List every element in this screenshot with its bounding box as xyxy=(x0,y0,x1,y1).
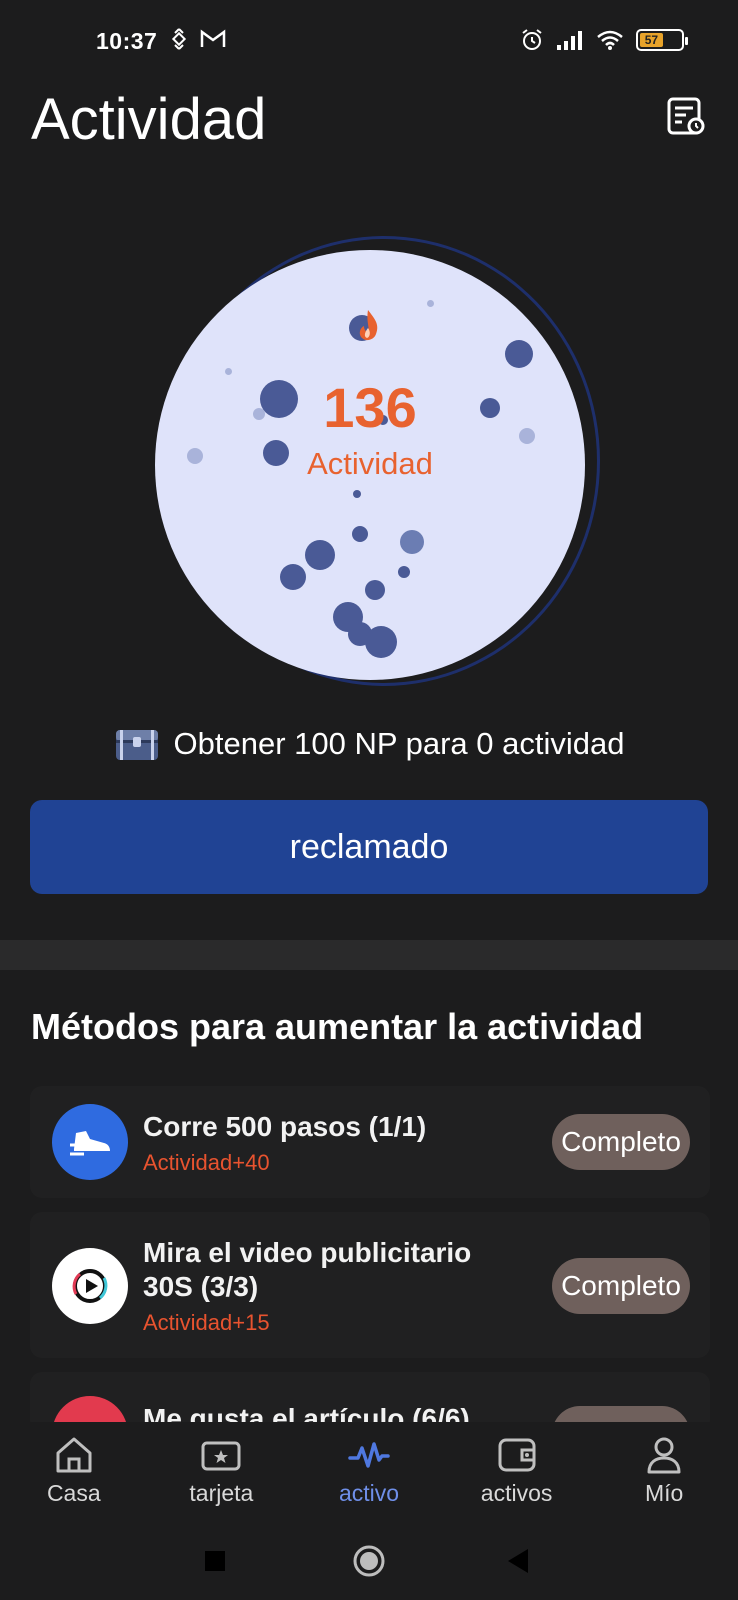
user-icon xyxy=(647,1437,681,1474)
wifi-icon xyxy=(597,30,623,50)
nav-item-activo[interactable]: activo xyxy=(295,1422,443,1522)
bubble xyxy=(505,340,533,368)
nav-item-activos[interactable]: activos xyxy=(443,1422,591,1522)
methods-title: Métodos para aumentar la actividad xyxy=(31,1006,644,1047)
task-complete-button[interactable]: Completo xyxy=(552,1258,690,1314)
alarm-icon xyxy=(522,29,542,50)
flame-icon xyxy=(349,310,378,341)
bubble xyxy=(225,368,232,375)
page-title: Actividad xyxy=(31,87,267,152)
bubble xyxy=(365,626,397,658)
bottom-nav: Casa tarjeta activo activos Mío xyxy=(0,1422,738,1522)
home-system-icon[interactable] xyxy=(352,1544,386,1578)
signal-icon xyxy=(557,31,582,50)
bubble xyxy=(353,490,361,498)
task-complete-button[interactable]: Completo xyxy=(552,1114,690,1170)
bubble xyxy=(365,580,385,600)
home-icon xyxy=(56,1437,92,1473)
task-card: Mira el video publicitario 30S (3/3) Act… xyxy=(30,1212,710,1358)
task-card: Corre 500 pasos (1/1) Actividad+40 Compl… xyxy=(30,1086,710,1198)
task-title: Corre 500 pasos (1/1) xyxy=(143,1111,427,1142)
nav-label: activos xyxy=(480,1480,553,1506)
bubble xyxy=(427,300,434,307)
nav-item-mio[interactable]: Mío xyxy=(590,1422,738,1522)
gmail-icon xyxy=(200,29,226,47)
recents-icon[interactable] xyxy=(204,1550,226,1572)
activity-orb: 136 Actividad xyxy=(155,250,585,680)
binance-icon xyxy=(171,28,187,50)
activity-label: Actividad xyxy=(307,446,433,481)
wallet-icon xyxy=(498,1438,536,1472)
nav-item-tarjeta[interactable]: tarjeta xyxy=(148,1422,296,1522)
activity-value: 136 xyxy=(323,376,417,439)
nav-label: tarjeta xyxy=(189,1480,254,1506)
section-divider xyxy=(0,940,738,970)
bubble xyxy=(280,564,306,590)
sneaker-icon xyxy=(52,1104,128,1180)
battery-icon: 57 xyxy=(636,29,688,51)
nav-label: Casa xyxy=(46,1480,101,1506)
claim-button[interactable]: reclamado xyxy=(30,800,708,894)
video-play-icon xyxy=(52,1248,128,1324)
system-nav-bar xyxy=(0,1522,738,1600)
task-title: Mira el video publicitario 30S (3/3) xyxy=(143,1237,472,1302)
treasure-chest-icon xyxy=(115,730,158,760)
status-right-icons: 57 xyxy=(520,28,688,52)
status-time: 10:37 xyxy=(96,28,158,54)
status-bar: 10:37 57 xyxy=(0,0,738,84)
nav-label: activo xyxy=(338,1480,400,1506)
history-list-icon[interactable] xyxy=(666,96,706,136)
bubble xyxy=(400,530,424,554)
status-left-icons xyxy=(168,28,226,50)
bubble xyxy=(305,540,335,570)
reward-text: Obtener 100 NP para 0 actividad xyxy=(173,726,625,761)
task-points: Actividad+40 xyxy=(143,1150,270,1175)
nav-label: Mío xyxy=(645,1480,684,1506)
bubble xyxy=(398,566,410,578)
reward-info: Obtener 100 NP para 0 actividad xyxy=(0,726,738,762)
task-points: Actividad+15 xyxy=(143,1310,270,1335)
card-icon xyxy=(201,1441,241,1471)
activity-pulse-icon xyxy=(348,1442,390,1468)
battery-level: 57 xyxy=(640,33,663,47)
bubble xyxy=(352,526,368,542)
nav-item-casa[interactable]: Casa xyxy=(0,1422,148,1522)
back-icon[interactable] xyxy=(506,1548,530,1574)
